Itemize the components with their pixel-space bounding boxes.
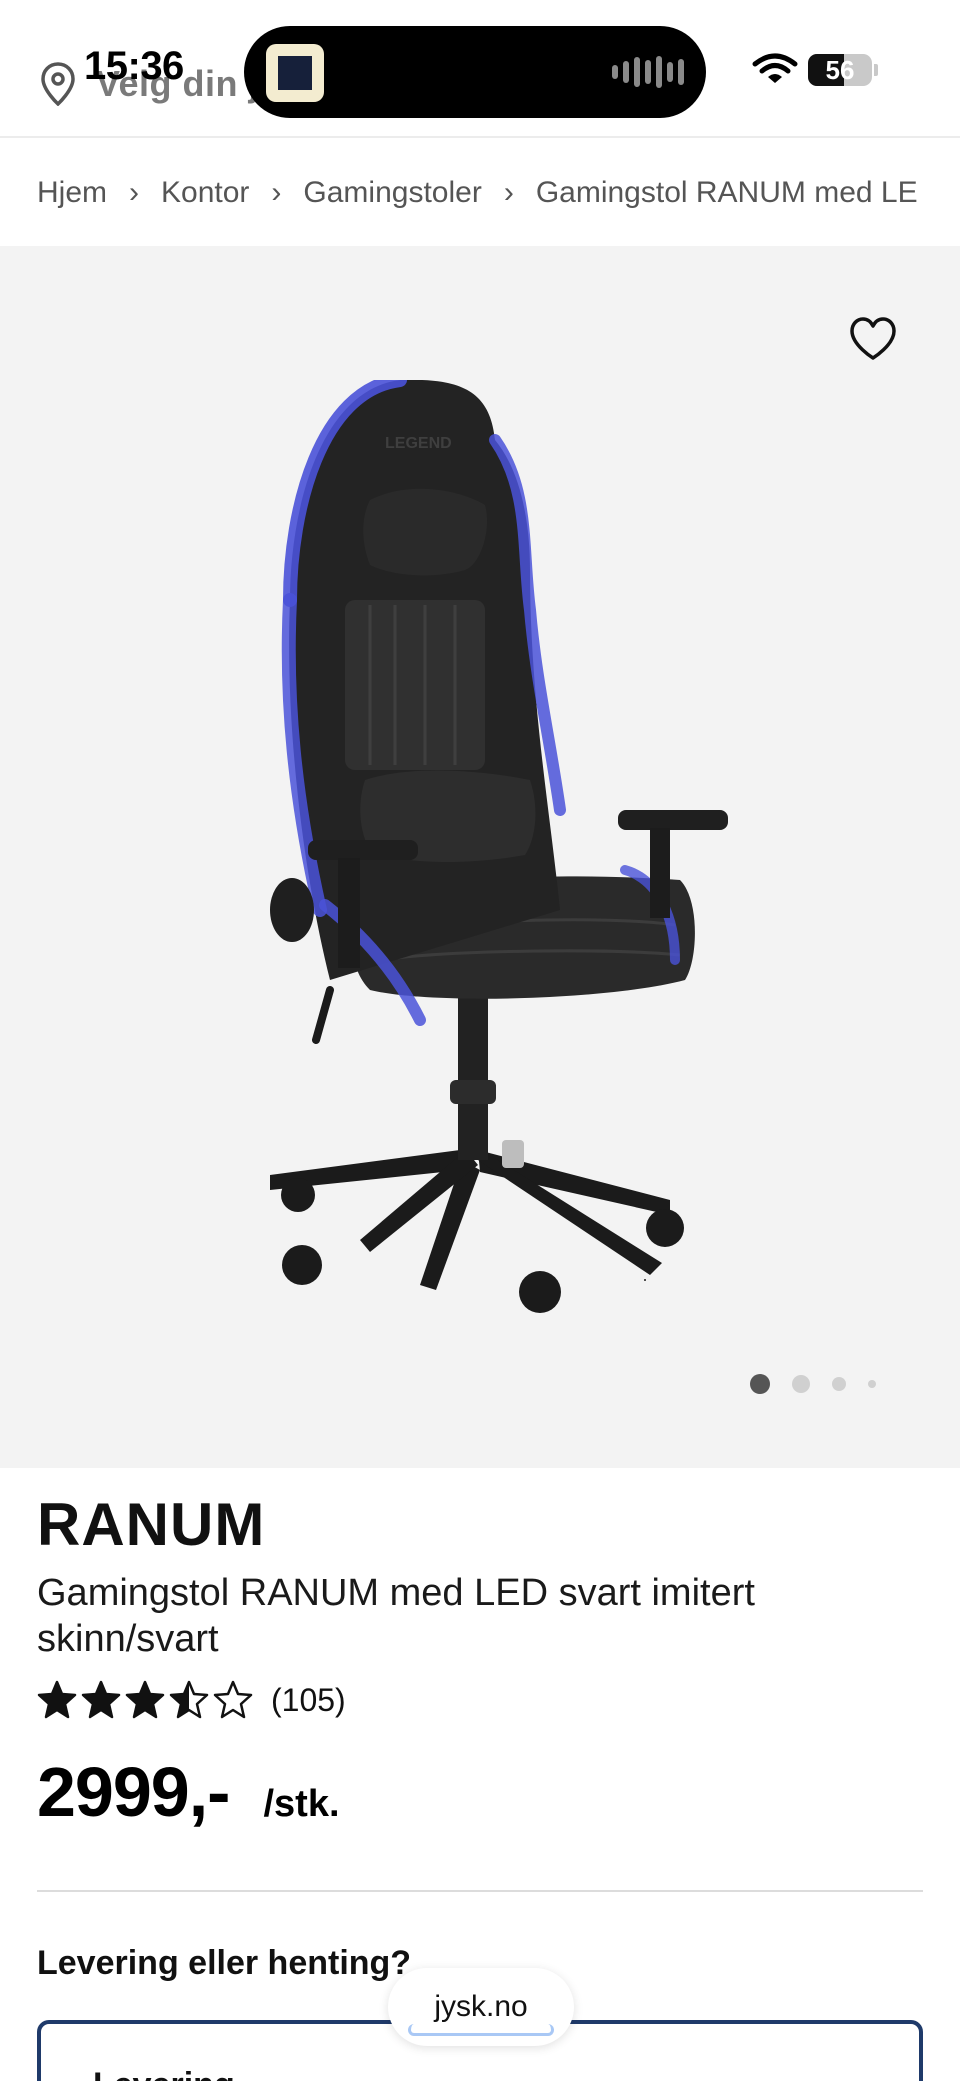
- battery-percentage: 56: [825, 55, 855, 85]
- gallery-pagination: [750, 1374, 876, 1394]
- browser-url: jysk.no: [434, 1990, 528, 2023]
- product-description: Gamingstol RANUM med LED svart imitert s…: [37, 1572, 755, 1660]
- battery-tip: [874, 64, 878, 76]
- loading-glow: [408, 2024, 554, 2036]
- section-divider: [37, 1890, 923, 1892]
- star-filled-icon: [37, 1680, 77, 1719]
- audio-waveform-icon: [612, 56, 684, 88]
- delivery-option-label: Levering: [93, 2066, 235, 2081]
- product-rating[interactable]: (105): [37, 1680, 346, 1720]
- pagination-dot-active[interactable]: [750, 1374, 770, 1394]
- clock: 15:36: [84, 44, 184, 88]
- breadcrumb: Hjem › Kontor › Gamingstoler › Gamingsto…: [0, 140, 960, 246]
- battery-icon: 56: [808, 54, 872, 86]
- price-row: 2999,- /stk.: [37, 1752, 340, 1832]
- breadcrumb-separator-icon: ›: [271, 176, 282, 209]
- pagination-dot[interactable]: [792, 1375, 810, 1393]
- product-price: 2999,-: [37, 1753, 230, 1831]
- favorite-heart-icon[interactable]: [848, 316, 898, 362]
- price-unit: /stk.: [263, 1783, 340, 1825]
- now-playing-artwork: [266, 44, 324, 102]
- star-empty-icon: [213, 1680, 253, 1719]
- chair-logo-text: LEGEND: [385, 435, 452, 452]
- breadcrumb-kontor[interactable]: Kontor: [161, 176, 249, 210]
- breadcrumb-separator-icon: ›: [503, 176, 514, 209]
- chair-base: [270, 1150, 684, 1313]
- product-image-chair: LEGEND: [270, 380, 728, 1313]
- status-bar: Velg din j 15:36 56: [0, 0, 960, 138]
- star-filled-icon: [125, 1680, 165, 1719]
- breadcrumb-gamingstoler[interactable]: Gamingstoler: [303, 176, 481, 210]
- star-filled-icon: [81, 1680, 121, 1719]
- star-half-icon: [169, 1680, 209, 1719]
- breadcrumb-current: Gamingstol RANUM med LE: [535, 176, 918, 209]
- breadcrumb-home[interactable]: Hjem: [37, 176, 107, 210]
- product-name: RANUM: [37, 1491, 266, 1558]
- delivery-heading: Levering eller henting?: [37, 1944, 412, 1982]
- pagination-dot[interactable]: [832, 1377, 846, 1391]
- wifi-icon: [752, 53, 798, 83]
- review-count[interactable]: (105): [271, 1682, 346, 1719]
- breadcrumb-separator-icon: ›: [129, 176, 140, 209]
- pagination-dot[interactable]: [868, 1380, 876, 1388]
- browser-address-pill[interactable]: jysk.no: [388, 1968, 574, 2046]
- dynamic-island: [244, 26, 706, 118]
- location-pin-icon: [41, 62, 75, 106]
